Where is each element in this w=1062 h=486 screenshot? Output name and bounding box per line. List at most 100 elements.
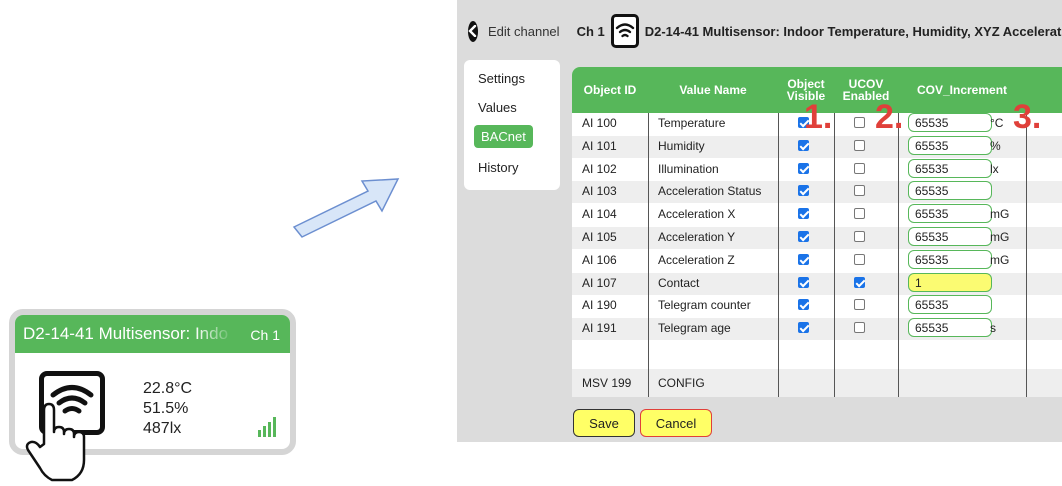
object-id-cell: AI 191 xyxy=(582,321,617,336)
unit-label: °C xyxy=(990,116,1004,130)
column-object-id: Object ID xyxy=(583,83,637,97)
cov-increment-input[interactable]: 65535 xyxy=(908,227,992,246)
menu-item-settings[interactable]: Settings xyxy=(478,71,525,86)
cov-increment-input[interactable]: 65535 xyxy=(908,204,992,224)
cov-increment-input[interactable]: 65535 xyxy=(908,113,992,132)
device-card-header: D2-14-41 Multisensor: Indoor Temperature… xyxy=(15,315,290,353)
divider xyxy=(898,113,899,397)
cov-increment-input[interactable]: 1 xyxy=(908,272,992,292)
table-row-msv: MSV 199 CONFIG xyxy=(572,369,1062,397)
title-fade xyxy=(195,315,235,353)
unit-label: mG xyxy=(990,230,1010,244)
ucov-enabled-checkbox[interactable] xyxy=(854,117,865,128)
menu-item-bacnet[interactable]: BACnet xyxy=(474,125,533,148)
value-name-cell: Humidity xyxy=(658,138,705,153)
value-name-cell: Acceleration Y xyxy=(658,230,736,244)
table-row: AI 104 Acceleration X 65535 mG xyxy=(572,204,1062,226)
msv-value-name: CONFIG xyxy=(658,376,705,390)
cancel-button[interactable]: Cancel xyxy=(640,409,712,437)
config-header: Edit channel Ch 1 D2-14-41 Multisensor: … xyxy=(457,14,1062,48)
reading-humidity: 51.5% xyxy=(143,400,189,417)
annotation-marker-2: 2. xyxy=(875,98,904,136)
table-row: AI 101 Humidity 65535% xyxy=(572,135,1062,158)
object-id-cell: AI 103 xyxy=(582,184,617,199)
table-row-spacer xyxy=(572,341,1062,360)
ucov-enabled-checkbox[interactable] xyxy=(854,322,865,334)
object-id-cell: AI 100 xyxy=(582,116,617,130)
ucov-enabled-checkbox[interactable] xyxy=(854,185,865,197)
ucov-enabled-checkbox[interactable] xyxy=(854,162,865,174)
object-id-cell: AI 104 xyxy=(582,207,617,222)
table-row: AI 103 Acceleration Status 65535 xyxy=(572,181,1062,204)
column-value-name: Value Name xyxy=(679,83,747,97)
table-row: AI 190 Telegram counter 65535 xyxy=(572,295,1062,317)
ucov-enabled-checkbox[interactable] xyxy=(854,231,865,242)
back-button[interactable] xyxy=(468,20,478,42)
reading-illumination: 487lx xyxy=(143,420,182,437)
object-visible-checkbox[interactable] xyxy=(798,299,809,311)
signal-strength-icon xyxy=(258,417,276,437)
cov-increment-input[interactable]: 65535 xyxy=(908,181,992,201)
edit-channel-window: Edit channel Ch 1 D2-14-41 Multisensor: … xyxy=(457,0,1062,442)
cov-increment-input[interactable]: 65535 xyxy=(908,158,992,178)
value-name-cell: Telegram age xyxy=(658,321,731,336)
object-visible-checkbox[interactable] xyxy=(798,253,809,265)
device-card-channel: Ch 1 xyxy=(250,327,280,343)
unit-label: lx xyxy=(990,161,999,176)
table-row: AI 102 Illumination 65535 lx xyxy=(572,158,1062,181)
cov-increment-input[interactable]: 65535 xyxy=(908,295,992,315)
value-name-cell: Acceleration Z xyxy=(658,252,735,267)
arrow-icon xyxy=(292,178,400,238)
object-visible-checkbox[interactable] xyxy=(798,208,809,220)
object-visible-checkbox[interactable] xyxy=(798,185,809,197)
table-row: AI 191 Telegram age 65535 s xyxy=(572,318,1062,341)
ucov-enabled-checkbox[interactable] xyxy=(854,139,865,151)
value-name-cell: Acceleration Status xyxy=(658,184,762,199)
object-id-cell: AI 102 xyxy=(582,161,617,176)
divider xyxy=(778,113,779,397)
object-visible-checkbox[interactable] xyxy=(798,231,809,242)
cov-increment-input[interactable]: 65535 xyxy=(908,249,992,269)
ucov-enabled-checkbox[interactable] xyxy=(854,253,865,265)
object-id-cell: AI 190 xyxy=(582,298,617,313)
header-sensor-icon xyxy=(610,14,639,48)
ucov-enabled-checkbox[interactable] xyxy=(854,208,865,220)
reading-temperature: 22.8°C xyxy=(143,380,193,397)
annotation-marker-1: 1. xyxy=(804,98,833,136)
value-name-cell: Temperature xyxy=(658,116,726,130)
value-name-cell: Illumination xyxy=(658,161,719,176)
divider xyxy=(834,113,835,397)
object-visible-checkbox[interactable] xyxy=(798,276,809,288)
value-name-cell: Contact xyxy=(658,275,700,290)
channel-label: Ch 1 xyxy=(576,23,605,39)
save-button[interactable]: Save xyxy=(573,409,635,437)
object-visible-checkbox[interactable] xyxy=(798,162,809,174)
value-name-cell: Telegram counter xyxy=(658,298,751,313)
table-row: AI 106 Acceleration Z 65535 mG xyxy=(572,249,1062,272)
msv-object-id: MSV 199 xyxy=(582,376,632,390)
unit-label: mG xyxy=(990,252,1010,267)
annotation-marker-3: 3. xyxy=(1013,98,1042,136)
object-visible-checkbox[interactable] xyxy=(798,322,809,334)
menu-item-history[interactable]: History xyxy=(478,160,518,175)
table-row: AI 105 Acceleration Y 65535 mG xyxy=(572,227,1062,249)
divider xyxy=(648,113,649,397)
side-menu: Settings Values BACnet History xyxy=(464,60,560,190)
device-title: D2-14-41 Multisensor: Indoor Temperature… xyxy=(644,23,1062,39)
object-id-cell: AI 106 xyxy=(582,252,617,267)
ucov-enabled-checkbox[interactable] xyxy=(854,276,865,288)
wifi-icon xyxy=(615,23,634,38)
menu-item-values[interactable]: Values xyxy=(478,100,517,115)
unit-label: mG xyxy=(990,207,1010,222)
cov-increment-input[interactable]: 65535 xyxy=(908,135,992,155)
edit-channel-label: Edit channel xyxy=(488,23,560,39)
cov-increment-input[interactable]: 65535 xyxy=(908,318,992,338)
object-visible-checkbox[interactable] xyxy=(798,139,809,151)
device-readings: 22.8°C 51.5% 487lx xyxy=(143,379,192,439)
value-name-cell: Acceleration X xyxy=(658,207,736,222)
object-id-cell: AI 105 xyxy=(582,230,617,244)
ucov-enabled-checkbox[interactable] xyxy=(854,299,865,311)
object-id-cell: AI 107 xyxy=(582,275,617,290)
column-cov-increment: COV_Increment xyxy=(916,83,1008,97)
chevron-left-icon xyxy=(468,25,477,37)
